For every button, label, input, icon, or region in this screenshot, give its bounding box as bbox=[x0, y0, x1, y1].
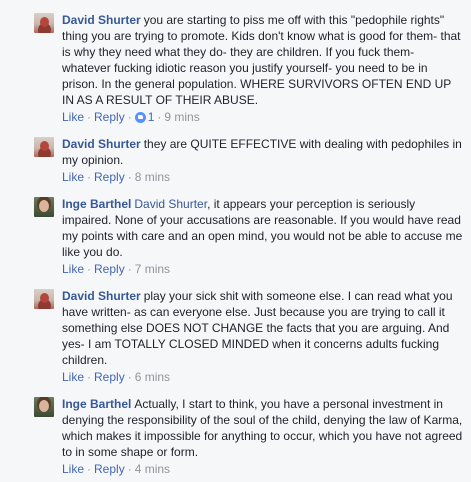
separator-dot: · bbox=[87, 170, 92, 184]
comment-actions: Like · Reply · 6 mins bbox=[62, 369, 465, 385]
reply-link[interactable]: Reply bbox=[94, 462, 125, 476]
timestamp[interactable]: 9 mins bbox=[164, 110, 199, 124]
comment-text: you are starting to piss me off with thi… bbox=[62, 13, 461, 107]
avatar[interactable] bbox=[34, 197, 54, 217]
comment-actions: Like · Reply · 7 mins bbox=[62, 261, 465, 277]
comment-text-block: Inge Barthel David Shurter, it appears yo… bbox=[62, 196, 465, 260]
comment-actions: Like · Reply · 1 · 9 mins bbox=[62, 109, 465, 125]
separator-dot: · bbox=[87, 370, 92, 384]
reply-link[interactable]: Reply bbox=[94, 262, 125, 276]
reaction-count: 1 bbox=[147, 110, 155, 124]
author-name[interactable]: Inge Barthel bbox=[62, 197, 131, 211]
comment-body: David Shurter they are QUITE EFFECTIVE wi… bbox=[62, 136, 465, 194]
avatar[interactable] bbox=[34, 289, 54, 309]
timestamp[interactable]: 7 mins bbox=[135, 262, 170, 276]
separator-dot: · bbox=[157, 110, 162, 124]
separator-dot: · bbox=[127, 110, 132, 124]
author-name[interactable]: David Shurter bbox=[62, 13, 141, 27]
avatar[interactable] bbox=[34, 397, 54, 417]
like-link[interactable]: Like bbox=[62, 170, 84, 184]
author-name[interactable]: David Shurter bbox=[62, 289, 141, 303]
like-link[interactable]: Like bbox=[62, 462, 84, 476]
author-name[interactable]: David Shurter bbox=[62, 137, 141, 151]
comment-text-block: David Shurter they are QUITE EFFECTIVE wi… bbox=[62, 136, 465, 168]
comment-body: David Shurter you are starting to piss me… bbox=[62, 12, 465, 134]
comment-actions: Like · Reply · 4 mins bbox=[62, 461, 465, 477]
like-link[interactable]: Like bbox=[62, 262, 84, 276]
comment-item: David Shurter they are QUITE EFFECTIVE wi… bbox=[0, 134, 471, 194]
separator-dot: · bbox=[87, 262, 92, 276]
separator-dot: · bbox=[127, 170, 132, 184]
comment-actions: Like · Reply · 8 mins bbox=[62, 169, 465, 185]
comment-item: David Shurter play your sick shit with so… bbox=[0, 286, 471, 394]
comment-item: Inge Barthel Actually, I start to think, … bbox=[0, 394, 471, 482]
reply-link[interactable]: Reply bbox=[94, 370, 125, 384]
timestamp[interactable]: 6 mins bbox=[135, 370, 170, 384]
separator-dot: · bbox=[87, 462, 92, 476]
comment-text-block: Inge Barthel Actually, I start to think, … bbox=[62, 396, 465, 460]
reaction-summary[interactable]: 1 bbox=[134, 110, 155, 124]
like-link[interactable]: Like bbox=[62, 370, 84, 384]
like-link[interactable]: Like bbox=[62, 110, 84, 124]
comment-thread: David Shurter you are starting to piss me… bbox=[0, 0, 471, 482]
separator-dot: · bbox=[87, 110, 92, 124]
comment-text-block: David Shurter you are starting to piss me… bbox=[62, 12, 465, 108]
avatar[interactable] bbox=[34, 137, 54, 157]
timestamp[interactable]: 4 mins bbox=[135, 462, 170, 476]
comment-body: Inge Barthel David Shurter, it appears yo… bbox=[62, 196, 465, 286]
comment-body: Inge Barthel Actually, I start to think, … bbox=[62, 396, 465, 482]
mention-link[interactable]: David Shurter bbox=[134, 197, 207, 211]
separator-dot: · bbox=[127, 262, 132, 276]
timestamp[interactable]: 8 mins bbox=[135, 170, 170, 184]
author-name[interactable]: Inge Barthel bbox=[62, 397, 131, 411]
comment-text-block: David Shurter play your sick shit with so… bbox=[62, 288, 465, 368]
like-reaction-icon bbox=[134, 112, 146, 123]
separator-dot: · bbox=[127, 462, 132, 476]
reply-link[interactable]: Reply bbox=[94, 110, 125, 124]
comment-item: Inge Barthel David Shurter, it appears yo… bbox=[0, 194, 471, 286]
comment-body: David Shurter play your sick shit with so… bbox=[62, 288, 465, 394]
reply-link[interactable]: Reply bbox=[94, 170, 125, 184]
separator-dot: · bbox=[127, 370, 132, 384]
avatar[interactable] bbox=[34, 13, 54, 33]
comment-item: David Shurter you are starting to piss me… bbox=[0, 10, 471, 134]
